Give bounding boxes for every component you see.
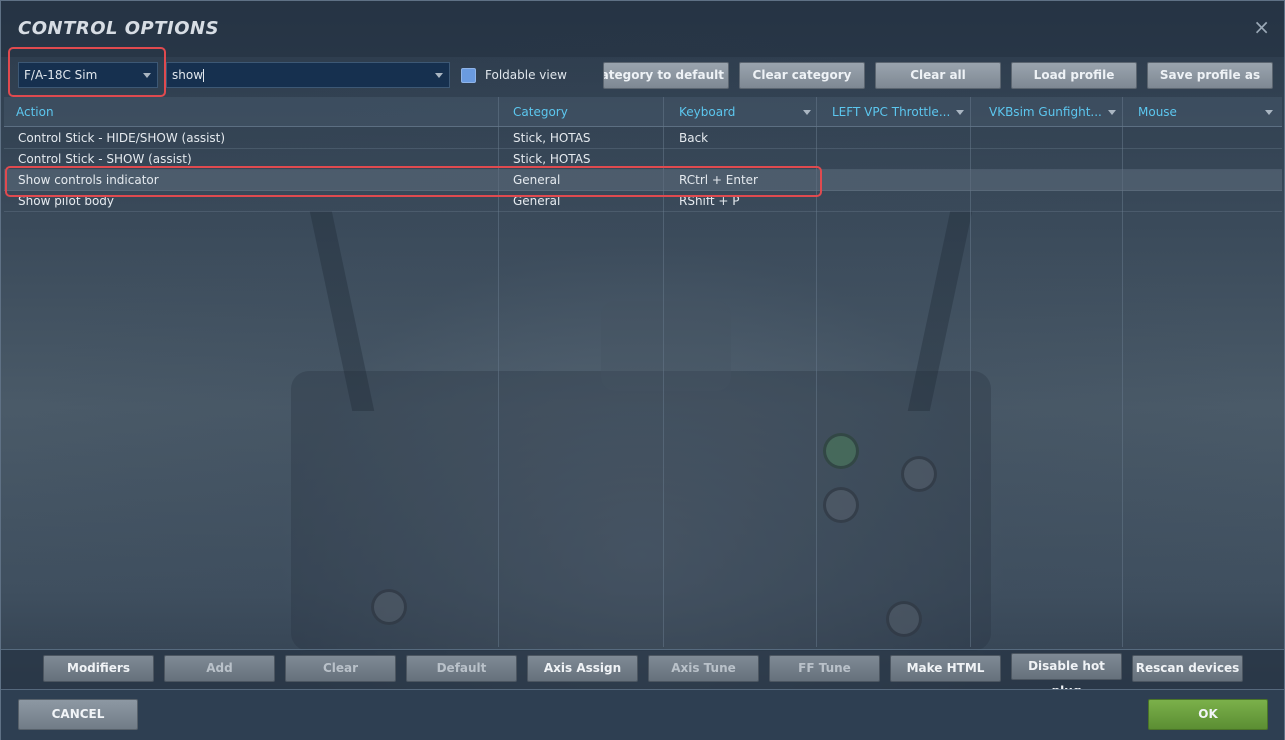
table-row[interactable]: Control Stick - SHOW (assist) Stick, HOT… bbox=[4, 149, 1282, 170]
table-row[interactable]: Show pilot body General RShift + P bbox=[4, 191, 1282, 212]
window-title: CONTROL OPTIONS bbox=[18, 18, 220, 39]
make-html-button[interactable]: Make HTML bbox=[890, 655, 1001, 682]
aircraft-select-value: F/A-18C Sim bbox=[24, 68, 98, 82]
save-profile-button[interactable]: Save profile as bbox=[1147, 62, 1273, 89]
ok-button[interactable]: OK bbox=[1148, 699, 1268, 730]
clear-all-button[interactable]: Clear all bbox=[875, 62, 1001, 89]
chevron-down-icon bbox=[956, 110, 964, 115]
cell-category: Stick, HOTAS bbox=[513, 131, 591, 145]
load-profile-button[interactable]: Load profile bbox=[1011, 62, 1137, 89]
column-header-mouse-label: Mouse bbox=[1138, 105, 1177, 119]
cell-action: Show controls indicator bbox=[18, 173, 159, 187]
foldable-view-toggle[interactable]: Foldable view bbox=[461, 66, 567, 84]
cancel-button[interactable]: CANCEL bbox=[18, 699, 138, 730]
cell-category: General bbox=[513, 173, 561, 187]
cell-action: Show pilot body bbox=[18, 194, 115, 208]
column-header-keyboard-label: Keyboard bbox=[679, 105, 736, 119]
chevron-down-icon bbox=[1265, 110, 1273, 115]
text-cursor bbox=[203, 69, 205, 82]
cell-keyboard[interactable]: RShift + P bbox=[667, 191, 815, 212]
axis-assign-button[interactable]: Axis Assign bbox=[527, 655, 638, 682]
cell-action: Control Stick - SHOW (assist) bbox=[18, 152, 192, 166]
cell-action: Control Stick - HIDE/SHOW (assist) bbox=[18, 131, 226, 145]
reset-category-label: Reset category to default bbox=[604, 68, 724, 82]
column-header-mouse[interactable]: Mouse bbox=[1126, 97, 1279, 127]
reset-category-button[interactable]: Reset category to default bbox=[603, 62, 729, 89]
column-header-action[interactable]: Action bbox=[4, 97, 498, 127]
ff-tune-button[interactable]: FF Tune bbox=[769, 655, 880, 682]
cell-category: General bbox=[513, 194, 561, 208]
foldable-view-label: Foldable view bbox=[485, 68, 567, 82]
cell-keyboard[interactable] bbox=[667, 149, 815, 170]
search-input-value: show bbox=[172, 68, 204, 82]
bindings-table: Action Category Keyboard LEFT VPC Thrott… bbox=[4, 97, 1282, 647]
table-header: Action Category Keyboard LEFT VPC Thrott… bbox=[4, 97, 1282, 127]
rescan-devices-button[interactable]: Rescan devices bbox=[1132, 655, 1243, 682]
add-button[interactable]: Add bbox=[164, 655, 275, 682]
chevron-down-icon bbox=[1108, 110, 1116, 115]
default-button[interactable]: Default bbox=[406, 655, 517, 682]
column-header-left-vpc-label: LEFT VPC Throttle... bbox=[832, 105, 951, 119]
cell-keyboard[interactable]: Back bbox=[667, 128, 815, 149]
clear-category-button[interactable]: Clear category bbox=[739, 62, 865, 89]
table-row-selected[interactable]: Show controls indicator General RCtrl + … bbox=[4, 170, 1282, 191]
column-header-vkbsim-label: VKBsim Gunfight... bbox=[989, 105, 1102, 119]
aircraft-select[interactable]: F/A-18C Sim bbox=[18, 62, 158, 88]
modifiers-button[interactable]: Modifiers bbox=[43, 655, 154, 682]
axis-tune-button[interactable]: Axis Tune bbox=[648, 655, 759, 682]
foldable-view-checkbox[interactable] bbox=[461, 67, 476, 83]
dialog-footer bbox=[1, 689, 1284, 740]
column-header-category[interactable]: Category bbox=[501, 97, 663, 127]
chevron-down-icon bbox=[435, 73, 443, 78]
chevron-down-icon bbox=[803, 110, 811, 115]
disable-hot-plug-button[interactable]: Disable hot plug bbox=[1011, 653, 1122, 698]
close-icon[interactable]: × bbox=[1253, 17, 1270, 37]
column-header-vkbsim-gunfight[interactable]: VKBsim Gunfight... bbox=[977, 97, 1122, 127]
table-row[interactable]: Control Stick - HIDE/SHOW (assist) Stick… bbox=[4, 128, 1282, 149]
search-input[interactable]: show bbox=[166, 62, 450, 88]
chevron-down-icon bbox=[143, 73, 151, 78]
cell-keyboard[interactable]: RCtrl + Enter bbox=[667, 170, 815, 191]
column-header-left-vpc-throttle[interactable]: LEFT VPC Throttle... bbox=[820, 97, 970, 127]
column-header-keyboard[interactable]: Keyboard bbox=[667, 97, 817, 127]
cell-category: Stick, HOTAS bbox=[513, 152, 591, 166]
clear-button[interactable]: Clear bbox=[285, 655, 396, 682]
control-options-window: CONTROL OPTIONS × F/A-18C Sim show Folda… bbox=[0, 0, 1285, 740]
